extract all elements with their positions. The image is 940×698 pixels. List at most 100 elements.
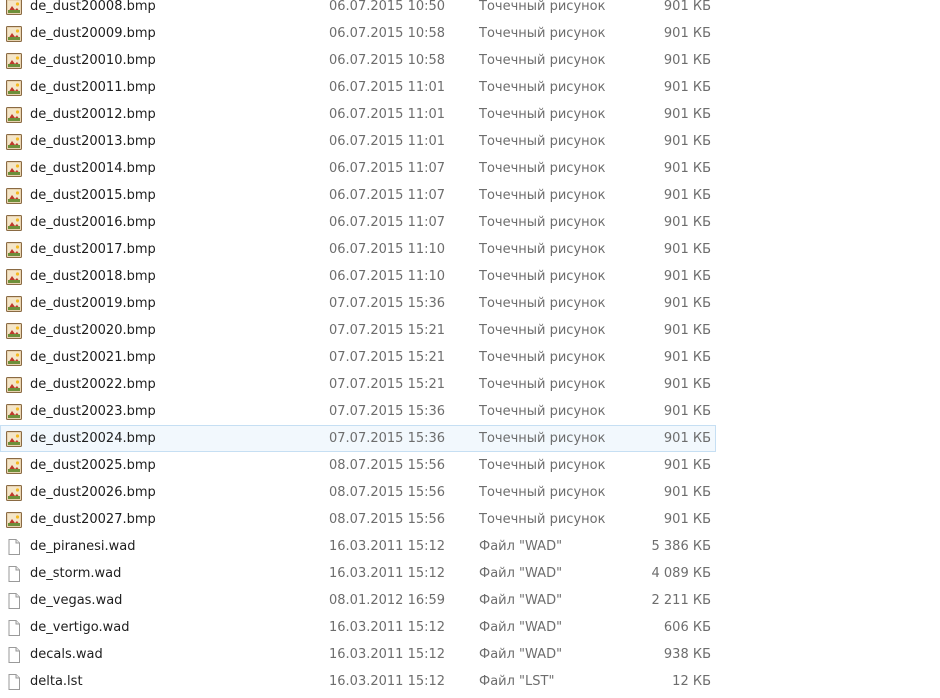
file-size: 901 КБ	[663, 485, 711, 500]
file-row[interactable]: de_storm.wad 16.03.2011 15:12 Файл "WAD" 4 …	[0, 560, 716, 587]
file-type: Точечный рисунок	[479, 512, 606, 527]
bitmap-image-icon	[6, 458, 22, 474]
file-date-modified: 07.07.2015 15:21	[329, 350, 446, 365]
bitmap-image-icon	[6, 188, 22, 204]
file-type: Файл "LST"	[479, 674, 555, 689]
file-size: 901 КБ	[663, 161, 711, 176]
file-size: 901 КБ	[663, 269, 711, 284]
file-size: 901 КБ	[663, 53, 711, 68]
file-row[interactable]: de_dust20014.bmp 06.07.2015 11:07 Точечный…	[0, 155, 716, 182]
file-row[interactable]: delta.lst 16.03.2011 15:12 Файл "LST" 12 КБ	[0, 668, 716, 695]
file-type: Файл "WAD"	[479, 566, 563, 581]
file-date-modified: 16.03.2011 15:12	[329, 566, 446, 581]
bitmap-image-icon	[6, 242, 22, 258]
file-name: de_dust20020.bmp	[30, 323, 156, 338]
file-type: Точечный рисунок	[479, 431, 606, 446]
file-size: 901 КБ	[663, 377, 711, 392]
file-type: Файл "WAD"	[479, 539, 563, 554]
blank-file-icon	[6, 593, 22, 609]
file-type: Точечный рисунок	[479, 188, 606, 203]
file-date-modified: 16.03.2011 15:12	[329, 620, 446, 635]
file-date-modified: 07.07.2015 15:36	[329, 296, 446, 311]
file-row[interactable]: de_vegas.wad 08.01.2012 16:59 Файл "WAD" 2 …	[0, 587, 716, 614]
file-name: de_dust20014.bmp	[30, 161, 156, 176]
file-row[interactable]: de_dust20016.bmp 06.07.2015 11:07 Точечный…	[0, 209, 716, 236]
file-name: de_dust20021.bmp	[30, 350, 156, 365]
file-date-modified: 06.07.2015 10:58	[329, 26, 446, 41]
file-name: de_dust20027.bmp	[30, 512, 156, 527]
file-date-modified: 07.07.2015 15:36	[329, 404, 446, 419]
file-list: de_dust20008.bmp 06.07.2015 10:50 Точечный…	[0, 0, 940, 695]
file-date-modified: 06.07.2015 11:01	[329, 134, 446, 149]
file-row[interactable]: de_dust20025.bmp 08.07.2015 15:56 Точечный…	[0, 452, 716, 479]
file-row[interactable]: de_dust20024.bmp 07.07.2015 15:36 Точечный…	[0, 425, 716, 452]
file-row[interactable]: de_dust20010.bmp 06.07.2015 10:58 Точечный…	[0, 47, 716, 74]
file-row[interactable]: de_dust20017.bmp 06.07.2015 11:10 Точечный…	[0, 236, 716, 263]
file-row[interactable]: de_piranesi.wad 16.03.2011 15:12 Файл "WAD…	[0, 533, 716, 560]
file-row[interactable]: de_dust20026.bmp 08.07.2015 15:56 Точечный…	[0, 479, 716, 506]
file-row[interactable]: de_dust20008.bmp 06.07.2015 10:50 Точечный…	[0, 0, 716, 20]
file-date-modified: 08.07.2015 15:56	[329, 485, 446, 500]
bitmap-image-icon	[6, 26, 22, 42]
file-size: 901 КБ	[663, 323, 711, 338]
file-size: 5 386 КБ	[651, 539, 712, 554]
file-row[interactable]: de_dust20021.bmp 07.07.2015 15:21 Точечный…	[0, 344, 716, 371]
file-row[interactable]: de_dust20023.bmp 07.07.2015 15:36 Точечный…	[0, 398, 716, 425]
file-type: Точечный рисунок	[479, 0, 606, 14]
bitmap-image-icon	[6, 512, 22, 528]
file-type: Точечный рисунок	[479, 26, 606, 41]
file-name: de_dust20016.bmp	[30, 215, 156, 230]
file-size: 606 КБ	[663, 620, 711, 635]
file-name: de_piranesi.wad	[30, 539, 136, 554]
file-date-modified: 06.07.2015 11:10	[329, 242, 446, 257]
file-row[interactable]: de_dust20012.bmp 06.07.2015 11:01 Точечный…	[0, 101, 716, 128]
file-type: Точечный рисунок	[479, 350, 606, 365]
file-type: Файл "WAD"	[479, 620, 563, 635]
file-row[interactable]: de_dust20020.bmp 07.07.2015 15:21 Точечный…	[0, 317, 716, 344]
file-name: de_dust20026.bmp	[30, 485, 156, 500]
bitmap-image-icon	[6, 0, 22, 15]
file-size: 938 КБ	[663, 647, 711, 662]
file-name: de_dust20015.bmp	[30, 188, 156, 203]
file-row[interactable]: de_dust20022.bmp 07.07.2015 15:21 Точечный…	[0, 371, 716, 398]
bitmap-image-icon	[6, 323, 22, 339]
blank-file-icon	[6, 647, 22, 663]
file-type: Точечный рисунок	[479, 323, 606, 338]
file-size: 901 КБ	[663, 0, 711, 14]
file-name: decals.wad	[30, 647, 103, 662]
file-name: de_dust20009.bmp	[30, 26, 156, 41]
bitmap-image-icon	[6, 269, 22, 285]
file-type: Точечный рисунок	[479, 404, 606, 419]
file-size: 4 089 КБ	[651, 566, 712, 581]
file-type: Точечный рисунок	[479, 107, 606, 122]
blank-file-icon	[6, 620, 22, 636]
bitmap-image-icon	[6, 134, 22, 150]
file-date-modified: 08.07.2015 15:56	[329, 512, 446, 527]
file-date-modified: 08.07.2015 15:56	[329, 458, 446, 473]
file-row[interactable]: decals.wad 16.03.2011 15:12 Файл "WAD" 938 …	[0, 641, 716, 668]
file-date-modified: 08.01.2012 16:59	[329, 593, 446, 608]
file-row[interactable]: de_dust20018.bmp 06.07.2015 11:10 Точечный…	[0, 263, 716, 290]
file-row[interactable]: de_dust20027.bmp 08.07.2015 15:56 Точечный…	[0, 506, 716, 533]
file-date-modified: 06.07.2015 11:07	[329, 215, 446, 230]
file-row[interactable]: de_dust20015.bmp 06.07.2015 11:07 Точечный…	[0, 182, 716, 209]
file-row[interactable]: de_dust20011.bmp 06.07.2015 11:01 Точечный…	[0, 74, 716, 101]
file-size: 901 КБ	[663, 431, 711, 446]
file-type: Точечный рисунок	[479, 377, 606, 392]
file-size: 901 КБ	[663, 26, 711, 41]
file-name: de_dust20011.bmp	[30, 80, 156, 95]
blank-file-icon	[6, 566, 22, 582]
file-name: de_dust20017.bmp	[30, 242, 156, 257]
bitmap-image-icon	[6, 161, 22, 177]
bitmap-image-icon	[6, 215, 22, 231]
file-size: 901 КБ	[663, 296, 711, 311]
file-row[interactable]: de_dust20013.bmp 06.07.2015 11:01 Точечный…	[0, 128, 716, 155]
file-type: Файл "WAD"	[479, 593, 563, 608]
file-row[interactable]: de_dust20009.bmp 06.07.2015 10:58 Точечный…	[0, 20, 716, 47]
file-row[interactable]: de_dust20019.bmp 07.07.2015 15:36 Точечный…	[0, 290, 716, 317]
file-row[interactable]: de_vertigo.wad 16.03.2011 15:12 Файл "WAD"…	[0, 614, 716, 641]
file-type: Точечный рисунок	[479, 80, 606, 95]
bitmap-image-icon	[6, 485, 22, 501]
file-date-modified: 07.07.2015 15:36	[329, 431, 446, 446]
file-name: de_vertigo.wad	[30, 620, 130, 635]
